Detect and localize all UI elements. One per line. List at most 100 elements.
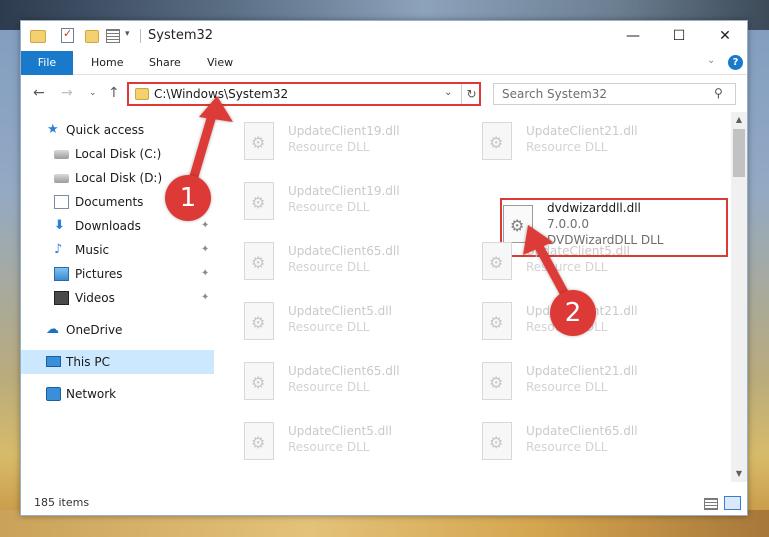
recent-locations-chevron-icon[interactable]: ⌄ [89, 88, 97, 98]
dll-file-icon [482, 122, 512, 160]
sidebar-item-this-pc[interactable]: This PC [21, 350, 214, 374]
file-type: Resource DLL [288, 380, 370, 394]
file-type: Resource DLL [288, 140, 370, 154]
scrollbar-thumb[interactable] [733, 129, 745, 177]
file-item[interactable]: UpdateClient65.dll Resource DLL [474, 416, 704, 470]
up-arrow-icon[interactable]: ↑ [108, 85, 120, 101]
dll-file-icon [482, 362, 512, 400]
sidebar-item-label: Downloads [75, 219, 141, 233]
file-item[interactable]: UpdateClient21.dll Resource DLL [474, 356, 704, 410]
download-icon: ⬇ [54, 218, 65, 233]
pin-icon: ✦ [201, 220, 210, 231]
search-icon[interactable]: ⚲ [714, 86, 723, 100]
file-item[interactable]: UpdateClient65.dll Resource DLL [236, 356, 466, 410]
file-type: Resource DLL [526, 440, 608, 454]
file-list: UpdateClient19.dll Resource DLL UpdateCl… [236, 112, 731, 482]
dll-file-icon [482, 422, 512, 460]
sidebar-item-label: Documents [75, 195, 144, 209]
file-type: Resource DLL [526, 380, 608, 394]
ribbon-tabs: File Home Share View ⌄ ? [21, 51, 747, 75]
cloud-icon: ☁ [46, 322, 59, 337]
file-name: UpdateClient19.dll [288, 184, 400, 198]
properties-icon[interactable] [61, 27, 74, 43]
status-bar: 185 items [21, 491, 747, 515]
minimize-button[interactable]: — [610, 21, 656, 51]
file-item[interactable]: UpdateClient65.dll Resource DLL [236, 236, 466, 290]
scroll-up-arrow-icon[interactable]: ▲ [731, 112, 747, 128]
sidebar-item-videos[interactable]: Videos ✦ [21, 286, 214, 310]
file-item[interactable]: UpdateClient19.dll Resource DLL [236, 176, 466, 230]
address-bar[interactable]: C:\Windows\System32 ⌄ ↻ [127, 82, 481, 106]
view-toggle-icon[interactable] [106, 29, 120, 43]
navigation-bar: ← → ⌄ ↑ C:\Windows\System32 ⌄ ↻ Search S… [21, 76, 747, 112]
tab-share[interactable]: Share [137, 51, 193, 75]
file-name: UpdateClient5.dll [526, 244, 630, 258]
tab-view[interactable]: View [195, 51, 245, 75]
folder-icon[interactable] [30, 30, 46, 43]
vertical-scrollbar[interactable]: ▲ ▼ [731, 112, 747, 482]
sidebar-item-label: Videos [75, 291, 115, 305]
disk-icon [54, 150, 69, 159]
details-view-icon[interactable] [704, 498, 718, 510]
file-name: UpdateClient19.dll [288, 124, 400, 138]
forward-arrow-icon[interactable]: → [61, 85, 73, 101]
scroll-down-arrow-icon[interactable]: ▼ [731, 466, 747, 482]
address-history-chevron-icon[interactable]: ⌄ [444, 87, 452, 98]
tab-file[interactable]: File [21, 51, 73, 75]
sidebar-item-label: Network [66, 387, 117, 401]
file-name: UpdateClient21.dll [526, 364, 638, 378]
maximize-button[interactable]: ☐ [656, 21, 702, 51]
dll-file-icon [244, 422, 274, 460]
sidebar-item-onedrive[interactable]: ☁ OneDrive [21, 318, 214, 342]
file-type: Resource DLL [288, 320, 370, 334]
sidebar-item-label: Local Disk (C:) [75, 147, 162, 161]
file-item[interactable]: UpdateClient5.dll Resource DLL [236, 416, 466, 470]
step-badge-2: 2 [550, 290, 596, 336]
sidebar-item-label: Quick access [66, 123, 145, 137]
new-folder-icon[interactable] [85, 30, 99, 43]
file-item[interactable]: UpdateClient19.dll Resource DLL [236, 116, 466, 170]
file-item[interactable]: UpdateClient21.dll Resource DLL [474, 116, 704, 170]
sidebar-item-pictures[interactable]: Pictures ✦ [21, 262, 214, 286]
step-badge-1: 1 [165, 175, 211, 221]
dll-file-icon [244, 182, 274, 220]
help-icon[interactable]: ? [728, 55, 743, 70]
file-type: Resource DLL [526, 260, 608, 274]
item-count: 185 items [34, 496, 90, 509]
address-folder-icon [135, 88, 149, 100]
search-placeholder: Search System32 [502, 87, 608, 101]
back-arrow-icon[interactable]: ← [33, 85, 45, 101]
address-path[interactable]: C:\Windows\System32 [154, 87, 288, 101]
sidebar-item-music[interactable]: ♪ Music ✦ [21, 238, 214, 262]
documents-icon [54, 195, 69, 209]
close-button[interactable]: ✕ [702, 21, 748, 51]
file-item[interactable]: UpdateClient5.dll Resource DLL [236, 296, 466, 350]
sidebar-item-quick-access[interactable]: ★ Quick access [21, 118, 214, 142]
dll-file-icon [482, 302, 512, 340]
sidebar-item-label: Local Disk (D:) [75, 171, 163, 185]
file-name: UpdateClient65.dll [526, 424, 638, 438]
file-type: Resource DLL [288, 260, 370, 274]
videos-icon [54, 291, 69, 305]
sidebar-item-local-disk-c[interactable]: Local Disk (C:) [21, 142, 214, 166]
search-input[interactable]: Search System32 ⚲ [493, 83, 736, 105]
file-item[interactable]: UpdateClient5.dll Resource DLL [474, 236, 704, 290]
star-icon: ★ [47, 122, 59, 137]
file-name: UpdateClient65.dll [288, 244, 400, 258]
sidebar-item-network[interactable]: Network [21, 382, 214, 406]
large-icons-view-icon[interactable] [724, 496, 741, 510]
tab-home[interactable]: Home [79, 51, 135, 75]
music-icon: ♪ [54, 242, 63, 257]
explorer-window: ▾ System32 — ☐ ✕ File Home Share View ⌄ … [20, 20, 748, 516]
file-type: Resource DLL [288, 440, 370, 454]
sidebar-item-label: This PC [66, 355, 110, 369]
sidebar-item-label: Pictures [75, 267, 123, 281]
pin-icon: ✦ [201, 292, 210, 303]
refresh-icon[interactable]: ↻ [461, 84, 481, 104]
file-name: UpdateClient5.dll [288, 424, 392, 438]
dll-file-icon [244, 302, 274, 340]
dll-file-icon [244, 122, 274, 160]
customize-quick-access-chevron-icon[interactable]: ▾ [125, 29, 130, 45]
title-separator [140, 29, 141, 43]
expand-ribbon-chevron-icon[interactable]: ⌄ [707, 55, 715, 66]
